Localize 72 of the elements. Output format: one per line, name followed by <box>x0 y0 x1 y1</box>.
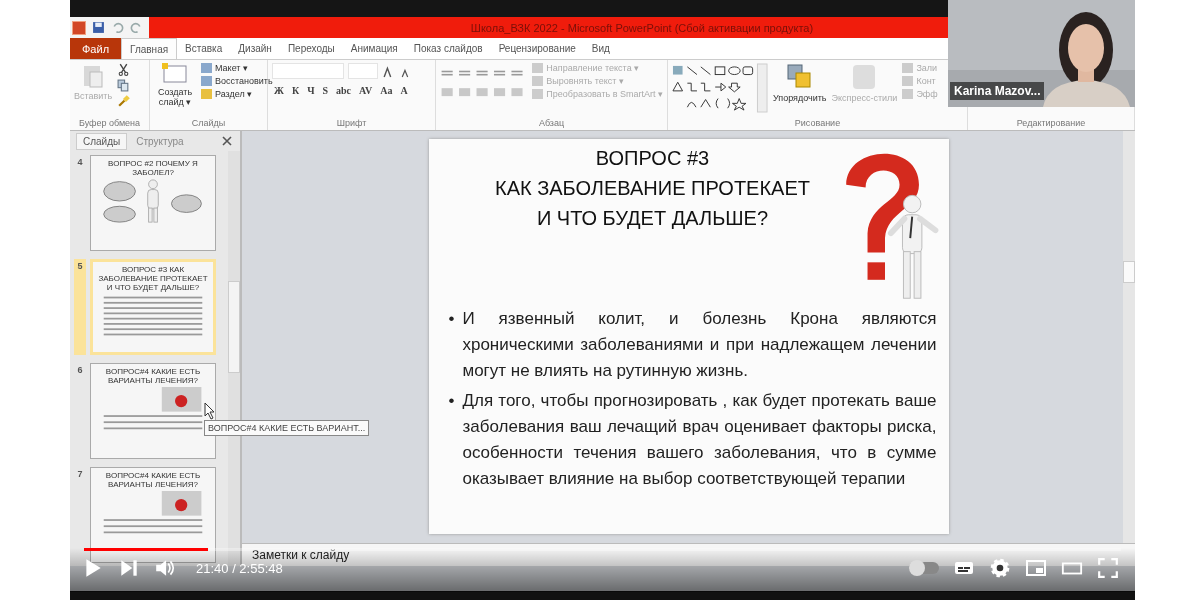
format-button[interactable]: abc <box>334 85 354 96</box>
next-icon[interactable] <box>118 557 140 579</box>
group-label: Буфер обмена <box>77 118 142 130</box>
slide-number: 7 <box>76 468 84 481</box>
format-button[interactable]: Ч <box>305 85 317 96</box>
file-tab[interactable]: Файл <box>70 38 122 59</box>
group-label: Абзац <box>537 118 566 130</box>
shapes-gallery-drawing[interactable] <box>672 63 768 113</box>
format-button[interactable]: Aa <box>378 85 395 96</box>
ribbon-tab[interactable]: Показ слайдов <box>405 38 491 59</box>
settings-icon[interactable] <box>989 557 1011 579</box>
notes-placeholder: Заметки к слайду <box>252 548 350 562</box>
clipboard-icon <box>82 63 105 89</box>
bullet-marker: • <box>448 308 455 330</box>
thumbnail-title: ВОПРОС #2 ПОЧЕМУ Я ЗАБОЛЕЛ? <box>107 159 199 177</box>
save-icon[interactable] <box>92 21 105 34</box>
new-slide-button[interactable]: Создать слайд ▾ <box>154 63 196 107</box>
layout-button[interactable]: Макет ▾ <box>201 63 273 73</box>
thumbnail-title: ВОПРОС #3 КАК ЗАБОЛЕВАНИЕ ПРОТЕКАЕТ И ЧТО БУДЕТ ДАЛЬШЕ? <box>97 265 209 292</box>
format-button[interactable]: AV <box>357 85 375 96</box>
ribbon-tab[interactable]: Переходы <box>279 38 343 59</box>
arrange-icon <box>785 63 814 91</box>
section-button[interactable]: Раздел ▾ <box>201 89 273 99</box>
fullscreen-icon[interactable] <box>1097 557 1119 579</box>
ribbon-tab[interactable]: Вставка <box>177 38 231 59</box>
participant-name: Karina Mazov... <box>950 82 1045 100</box>
format-button[interactable]: К <box>289 85 302 96</box>
ribbon-tab[interactable]: Рецензирование <box>490 38 584 59</box>
arrange-button[interactable]: Упорядочить <box>773 63 827 103</box>
cursor-icon <box>204 402 216 420</box>
slide-title: ВОПРОС #3 <box>595 146 710 171</box>
tooltip: ВОПРОС#4 КАКИЕ ЕСТЬ ВАРИАНТ... <box>204 420 370 436</box>
autoplay-toggle[interactable] <box>909 562 939 574</box>
ribbon-tab[interactable]: Анимация <box>342 38 406 59</box>
group-label: Рисование <box>793 118 842 130</box>
format-button[interactable]: Ж <box>272 85 286 96</box>
scrollbar[interactable] <box>1123 131 1135 543</box>
group-label: Слайды <box>190 118 227 130</box>
redo-icon[interactable] <box>130 21 143 34</box>
ribbon-tab[interactable]: Дизайн <box>230 38 280 59</box>
slide-number: 5 <box>74 259 86 355</box>
format-button[interactable]: A <box>398 85 410 96</box>
thumbnail-title: ВОПРОС#4 КАКИЕ ЕСТЬ ВАРИАНТЫ ЛЕЧЕНИЯ? <box>104 367 202 385</box>
slide-number: 6 <box>76 364 84 377</box>
app-icon <box>72 20 86 35</box>
slide-title: КАК ЗАБОЛЕВАНИЕ ПРОТЕКАЕТ <box>495 176 810 201</box>
font-size-field[interactable] <box>348 63 378 79</box>
close-icon[interactable] <box>222 136 232 146</box>
group-label: Редактирование <box>1015 118 1087 130</box>
undo-icon[interactable] <box>111 21 124 34</box>
miniplayer-icon[interactable] <box>1025 557 1047 579</box>
slide-thumbnail[interactable]: ВОПРОС #2 ПОЧЕМУ Я ЗАБОЛЕЛ? <box>90 155 216 251</box>
thumbnail-title: ВОПРОС#4 КАКИЕ ЕСТЬ ВАРИАНТЫ ЛЕЧЕНИЯ? <box>104 471 202 489</box>
slide-thumbnail[interactable]: ВОПРОС #3 КАК ЗАБОЛЕВАНИЕ ПРОТЕКАЕТ И ЧТО БУДЕТ ДАЛЬШЕ? <box>90 259 216 355</box>
font-name-field[interactable] <box>272 63 344 79</box>
slide-icon <box>162 63 188 85</box>
slide-thumbnail[interactable]: ВОПРОС#4 КАКИЕ ЕСТЬ ВАРИАНТЫ ЛЕЧЕНИЯ? <box>90 467 216 563</box>
ribbon-tab[interactable]: Главная <box>121 38 178 59</box>
panel-tab[interactable]: Слайды <box>76 132 128 150</box>
slide-number: 4 <box>76 156 84 169</box>
scissors-icon[interactable] <box>117 63 131 76</box>
bullet-marker: • <box>448 390 455 412</box>
group-label: Шрифт <box>335 118 368 130</box>
brush-icon[interactable] <box>117 95 131 108</box>
slide-bullet: Для того, чтобы прогнозировать , как будет протекать ваше заболевания ваш лечащий врач оценивает факторы риска, особенности течения вашего заболевания, что в сумме оказывает влияние на выбор соответствующей терапии <box>462 390 937 490</box>
reset-button[interactable]: Восстановить <box>201 76 273 86</box>
slide-bullet: И язвенный колит, и болезнь Крона являются хроническими заболеваниями и при надлежащем лечении могут не влиять на рутинную жизнь. <box>462 308 937 382</box>
copy-icon[interactable] <box>117 79 131 92</box>
format-button[interactable]: S <box>320 85 331 96</box>
window-title: Школа_ВЗК 2022 - Microsoft PowerPoint (Сбой активации продукта) <box>470 21 814 34</box>
ribbon-tab[interactable]: Вид <box>583 38 618 59</box>
slide-title: И ЧТО БУДЕТ ДАЛЬШЕ? <box>536 206 769 231</box>
